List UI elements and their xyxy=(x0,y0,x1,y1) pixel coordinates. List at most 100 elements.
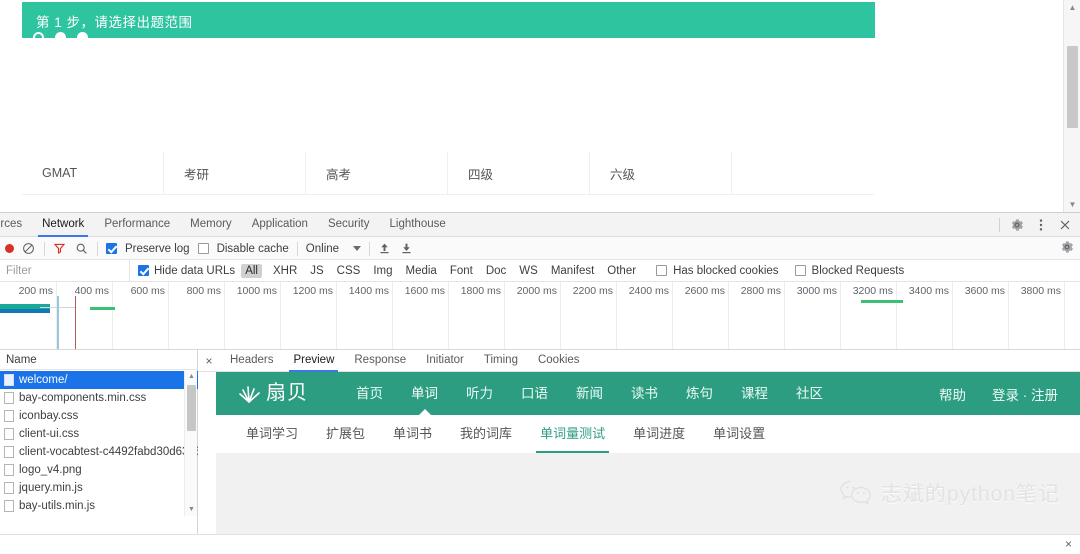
nav-item-reading[interactable]: 读书 xyxy=(631,372,658,415)
more-vertical-icon[interactable] xyxy=(1034,218,1048,232)
filter-type-media[interactable]: Media xyxy=(404,264,439,278)
detail-tab-cookies[interactable]: Cookies xyxy=(528,350,590,372)
site-logo[interactable]: 扇贝 xyxy=(236,381,308,405)
request-row[interactable]: jquery.min.js xyxy=(0,479,198,497)
record-icon[interactable] xyxy=(5,244,14,253)
nav-item-home[interactable]: 首页 xyxy=(356,372,383,415)
disable-cache-label[interactable]: Disable cache xyxy=(217,243,289,255)
filter-type-font[interactable]: Font xyxy=(448,264,475,278)
detail-tab-response[interactable]: Response xyxy=(344,350,416,372)
request-row[interactable]: logo_v4.png xyxy=(0,461,198,479)
filter-type-img[interactable]: Img xyxy=(371,264,394,278)
nav-item-listening[interactable]: 听力 xyxy=(466,372,493,415)
filter-input[interactable]: Filter xyxy=(0,260,130,282)
search-icon[interactable] xyxy=(75,242,89,256)
category-cell-cet4[interactable]: 四级 xyxy=(448,152,590,195)
network-settings-gear-icon[interactable] xyxy=(1060,240,1074,254)
request-row[interactable]: bay-utils.min.js xyxy=(0,497,198,515)
request-name: jquery.min.js xyxy=(19,482,83,494)
category-cell-cet6[interactable]: 六级 xyxy=(590,152,732,195)
page-scroll-thumb[interactable] xyxy=(1067,46,1078,128)
import-har-icon[interactable] xyxy=(378,242,392,256)
disable-cache-checkbox[interactable] xyxy=(197,242,209,255)
tab-application[interactable]: Application xyxy=(242,213,318,237)
requests-column-header-name[interactable]: Name xyxy=(0,350,197,370)
preserve-log-label[interactable]: Preserve log xyxy=(125,243,190,255)
preserve-log-checkbox[interactable] xyxy=(106,242,117,255)
subnav-item-word-settings[interactable]: 单词设置 xyxy=(713,415,765,453)
filter-type-other[interactable]: Other xyxy=(605,264,638,278)
tab-sources[interactable]: urces xyxy=(0,213,32,237)
subnav-item-word-book[interactable]: 单词书 xyxy=(393,415,432,453)
detail-tab-headers[interactable]: Headers xyxy=(220,350,283,372)
category-cell-kaoyan[interactable]: 考研 xyxy=(164,152,306,195)
throttling-dropdown[interactable]: Online xyxy=(306,243,362,255)
request-row[interactable]: bay-components.min.css xyxy=(0,389,198,407)
tab-lighthouse[interactable]: Lighthouse xyxy=(380,213,456,237)
close-icon[interactable] xyxy=(1058,218,1072,232)
request-detail-panel: × Headers Preview Response Initiator Tim… xyxy=(198,350,1080,554)
subnav-item-my-lexicon[interactable]: 我的词库 xyxy=(460,415,512,453)
tab-network[interactable]: Network xyxy=(32,213,94,237)
request-row[interactable]: welcome/ xyxy=(0,371,198,389)
clear-icon[interactable] xyxy=(22,242,36,256)
filter-type-all[interactable]: All xyxy=(241,264,262,278)
network-overview-timeline[interactable]: 200 ms 400 ms 600 ms 800 ms 1000 ms 1200… xyxy=(0,282,1080,350)
filter-type-css[interactable]: CSS xyxy=(335,264,363,278)
has-blocked-cookies-label[interactable]: Has blocked cookies xyxy=(673,265,778,277)
nav-item-login-register[interactable]: 登录 · 注册 xyxy=(992,384,1058,404)
hide-data-urls-checkbox[interactable] xyxy=(138,265,149,277)
page-scrollbar[interactable]: ▲ ▼ xyxy=(1063,0,1080,212)
detail-tab-preview[interactable]: Preview xyxy=(283,350,344,372)
gear-icon[interactable] xyxy=(1010,218,1024,232)
scroll-up-arrow[interactable]: ▲ xyxy=(185,371,198,383)
request-row[interactable]: client-ui.css xyxy=(0,425,198,443)
filter-type-js[interactable]: JS xyxy=(308,264,325,278)
has-blocked-cookies-checkbox[interactable] xyxy=(656,265,668,277)
site-subnav: 单词学习 扩展包 单词书 我的词库 单词量测试 单词进度 单词设置 xyxy=(216,415,1080,453)
filter-type-xhr[interactable]: XHR xyxy=(271,264,299,278)
tab-memory[interactable]: Memory xyxy=(180,213,242,237)
request-name: iconbay.css xyxy=(19,410,79,422)
filter-type-doc[interactable]: Doc xyxy=(484,264,508,278)
blocked-requests-checkbox[interactable] xyxy=(794,265,806,277)
subnav-item-expansion-pack[interactable]: 扩展包 xyxy=(326,415,365,453)
hide-data-urls-label[interactable]: Hide data URLs xyxy=(154,265,235,277)
scroll-up-arrow[interactable]: ▲ xyxy=(1064,0,1080,15)
close-detail-icon[interactable]: × xyxy=(198,354,220,368)
nav-item-speaking[interactable]: 口语 xyxy=(521,372,548,415)
preview-frame: 扇贝 首页 单词 听力 口语 新闻 读书 炼句 课程 社区 帮助 登录 · 注册… xyxy=(216,372,1080,554)
nav-item-words[interactable]: 单词 xyxy=(411,372,438,415)
subnav-item-word-progress[interactable]: 单词进度 xyxy=(633,415,685,453)
request-name: bay-utils.min.js xyxy=(19,500,96,512)
nav-item-courses[interactable]: 课程 xyxy=(741,372,768,415)
requests-scrollbar[interactable]: ▲ ▼ xyxy=(184,371,197,516)
document-icon xyxy=(4,464,14,476)
detail-tab-timing[interactable]: Timing xyxy=(474,350,528,372)
overview-request-bar-late xyxy=(861,300,903,303)
nav-item-community[interactable]: 社区 xyxy=(796,372,823,415)
nav-item-news[interactable]: 新闻 xyxy=(576,372,603,415)
subnav-item-vocab-test[interactable]: 单词量测试 xyxy=(536,415,610,453)
tick-label: 1800 ms xyxy=(460,285,501,297)
scroll-down-arrow[interactable]: ▼ xyxy=(185,504,198,516)
filter-icon[interactable] xyxy=(53,242,67,256)
blocked-requests-label[interactable]: Blocked Requests xyxy=(812,265,905,277)
request-row[interactable]: client-vocabtest-c4492fabd30d6386.css xyxy=(0,443,198,461)
scroll-down-arrow[interactable]: ▼ xyxy=(1064,197,1080,212)
tab-performance[interactable]: Performance xyxy=(94,213,180,237)
tab-security[interactable]: Security xyxy=(318,213,380,237)
filter-type-ws[interactable]: WS xyxy=(517,264,540,278)
category-cell-gmat[interactable]: GMAT xyxy=(22,152,164,195)
bottom-close-icon[interactable]: × xyxy=(1065,537,1072,551)
subnav-item-word-study[interactable]: 单词学习 xyxy=(246,415,298,453)
filter-type-manifest[interactable]: Manifest xyxy=(549,264,596,278)
category-cell-gaokao[interactable]: 高考 xyxy=(306,152,448,195)
site-nav-right: 帮助 登录 · 注册 xyxy=(939,372,1058,415)
nav-item-sentences[interactable]: 炼句 xyxy=(686,372,713,415)
export-har-icon[interactable] xyxy=(400,242,414,256)
request-row[interactable]: iconbay.css xyxy=(0,407,198,425)
detail-tab-initiator[interactable]: Initiator xyxy=(416,350,474,372)
requests-scroll-thumb[interactable] xyxy=(187,385,196,431)
nav-item-help[interactable]: 帮助 xyxy=(939,384,966,404)
